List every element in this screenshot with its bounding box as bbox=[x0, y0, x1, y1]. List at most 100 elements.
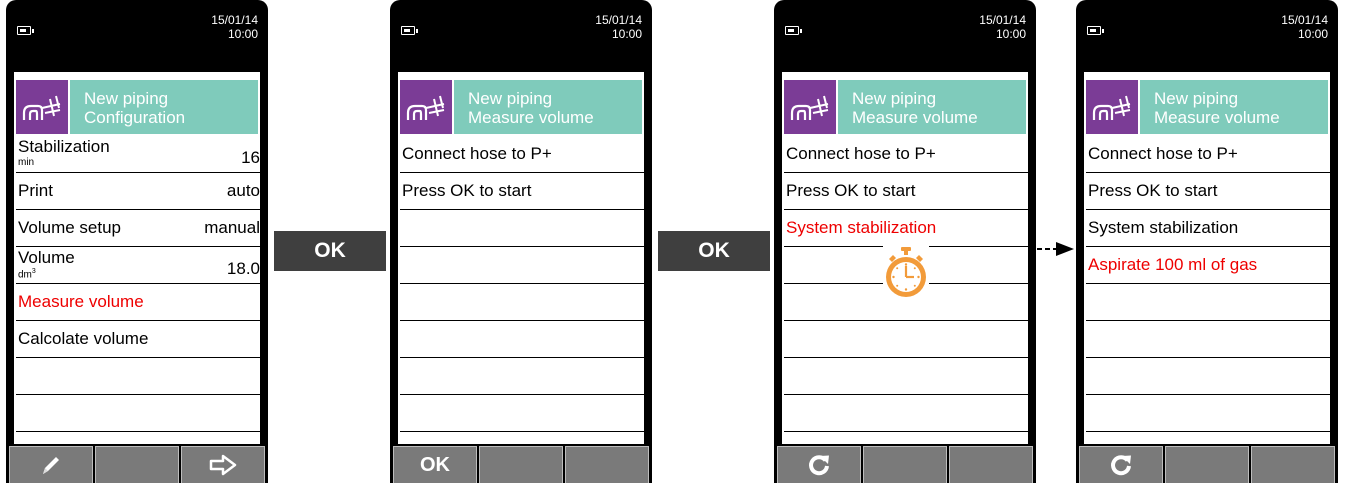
item-label: Calcolate volume bbox=[18, 329, 149, 348]
instruction-text-active: Aspirate 100 ml of gas bbox=[1088, 255, 1258, 274]
piping-icon bbox=[400, 80, 452, 134]
softkey-3[interactable] bbox=[949, 446, 1033, 483]
softkey-2[interactable] bbox=[1165, 446, 1249, 483]
date-label: 15/01/14 bbox=[1281, 13, 1328, 27]
menu-item-print[interactable]: Print auto bbox=[16, 173, 260, 210]
ok-button[interactable]: OK bbox=[393, 446, 477, 483]
menu-header: New piping Measure volume bbox=[1084, 78, 1330, 136]
menu-item-volume[interactable]: Volume dm3 18.0 bbox=[16, 247, 260, 284]
instruction-row: Press OK to start bbox=[400, 173, 644, 210]
empty-row bbox=[1086, 321, 1330, 358]
softkey-3[interactable] bbox=[565, 446, 649, 483]
menu-item-volume-setup[interactable]: Volume setup manual bbox=[16, 210, 260, 247]
menu-title: New piping Measure volume bbox=[838, 80, 1026, 134]
piping-icon bbox=[16, 80, 68, 134]
empty-row bbox=[1086, 358, 1330, 395]
battery-icon bbox=[401, 26, 418, 35]
menu-title-line1: New piping bbox=[852, 89, 937, 108]
status-bar: 15/01/14 10:00 bbox=[6, 0, 268, 60]
instruction-row: System stabilization bbox=[1086, 210, 1330, 247]
datetime: 15/01/14 10:00 bbox=[595, 13, 642, 41]
item-value: manual bbox=[204, 218, 260, 237]
instruction-row: Connect hose to P+ bbox=[400, 136, 644, 173]
instruction-text: Press OK to start bbox=[786, 181, 916, 200]
menu-title: New piping Measure volume bbox=[1140, 80, 1328, 134]
instruction-text-active: System stabilization bbox=[786, 218, 937, 237]
instruction-text: Connect hose to P+ bbox=[402, 144, 552, 163]
instruction-text: Connect hose to P+ bbox=[1088, 144, 1238, 163]
empty-row bbox=[1086, 395, 1330, 432]
empty-row bbox=[784, 395, 1028, 432]
item-unit: min bbox=[18, 157, 35, 168]
display-area: New piping Measure volume Connect hose t… bbox=[782, 72, 1028, 483]
item-unit: dm3 bbox=[18, 268, 36, 281]
menu-title-line2: Measure volume bbox=[852, 108, 978, 127]
display-area: New piping Configuration Stabilization m… bbox=[14, 72, 260, 483]
item-label: Volume bbox=[18, 248, 75, 267]
time-label: 10:00 bbox=[1297, 27, 1328, 41]
pencil-icon bbox=[43, 457, 59, 474]
arrow-right-icon bbox=[209, 454, 237, 476]
menu-item-stabilization[interactable]: Stabilization min 16 bbox=[16, 136, 260, 173]
menu-header: New piping Measure volume bbox=[782, 78, 1028, 136]
item-label: Print bbox=[18, 181, 53, 200]
softkey-2[interactable] bbox=[479, 446, 563, 483]
item-label: Volume setup bbox=[18, 218, 122, 237]
piping-icon bbox=[784, 80, 836, 134]
softkey-bar: OK bbox=[390, 444, 652, 483]
softkey-2[interactable] bbox=[863, 446, 947, 483]
empty-row bbox=[784, 321, 1028, 358]
display-area: New piping Measure volume Connect hose t… bbox=[398, 72, 644, 483]
item-value: 16 bbox=[241, 148, 260, 167]
instruction-text: System stabilization bbox=[1088, 218, 1239, 237]
softkey-3[interactable] bbox=[1251, 446, 1335, 483]
menu-title-line2: Measure volume bbox=[468, 108, 594, 127]
empty-row bbox=[400, 358, 644, 395]
instruction-row: Connect hose to P+ bbox=[784, 136, 1028, 173]
menu-title-line1: New piping bbox=[468, 89, 553, 108]
date-label: 15/01/14 bbox=[211, 13, 258, 27]
softkey-bar bbox=[1076, 444, 1338, 483]
softkey-2[interactable] bbox=[95, 446, 179, 483]
instruction-text: Press OK to start bbox=[1088, 181, 1218, 200]
restart-button[interactable] bbox=[777, 446, 861, 483]
empty-row bbox=[16, 358, 260, 395]
edit-button[interactable] bbox=[9, 446, 93, 483]
stopwatch-icon bbox=[883, 246, 929, 300]
menu-title-line1: New piping bbox=[1154, 89, 1239, 108]
instruction-row-active: System stabilization bbox=[784, 210, 1028, 247]
menu-item-calcolate-volume[interactable]: Calcolate volume bbox=[16, 321, 260, 358]
battery-icon bbox=[1087, 26, 1104, 35]
instruction-row: Press OK to start bbox=[784, 173, 1028, 210]
refresh-icon bbox=[1111, 455, 1131, 476]
display-area: New piping Measure volume Connect hose t… bbox=[1084, 72, 1330, 483]
empty-row bbox=[400, 247, 644, 284]
empty-row bbox=[1086, 284, 1330, 321]
device-screen-configuration: 15/01/14 10:00 New piping Configuration … bbox=[6, 0, 268, 483]
arrow-connector-icon bbox=[1037, 242, 1074, 256]
item-value: 18.0 bbox=[226, 259, 260, 278]
battery-icon bbox=[17, 26, 34, 35]
menu-title-line2: Configuration bbox=[84, 108, 186, 127]
menu-item-measure-volume[interactable]: Measure volume bbox=[16, 284, 260, 321]
menu-title-line2: Measure volume bbox=[1154, 108, 1280, 127]
ok-transition-label: OK bbox=[274, 231, 386, 271]
item-label-selected: Measure volume bbox=[18, 292, 144, 311]
restart-button[interactable] bbox=[1079, 446, 1163, 483]
instruction-row: Press OK to start bbox=[1086, 173, 1330, 210]
menu-header: New piping Measure volume bbox=[398, 78, 644, 136]
instruction-text: Connect hose to P+ bbox=[786, 144, 936, 163]
softkey-bar bbox=[774, 444, 1036, 483]
refresh-icon bbox=[809, 455, 829, 476]
status-bar: 15/01/14 10:00 bbox=[774, 0, 1036, 60]
datetime: 15/01/14 10:00 bbox=[979, 13, 1026, 41]
time-label: 10:00 bbox=[611, 27, 642, 41]
menu-title: New piping Measure volume bbox=[454, 80, 642, 134]
next-button[interactable] bbox=[181, 446, 265, 483]
menu-title-line1: New piping bbox=[84, 89, 169, 108]
time-label: 10:00 bbox=[227, 27, 258, 41]
empty-row bbox=[400, 321, 644, 358]
datetime: 15/01/14 10:00 bbox=[211, 13, 258, 41]
device-screen-aspirate: 15/01/14 10:00 New piping Measure volume… bbox=[1076, 0, 1338, 483]
date-label: 15/01/14 bbox=[979, 13, 1026, 27]
